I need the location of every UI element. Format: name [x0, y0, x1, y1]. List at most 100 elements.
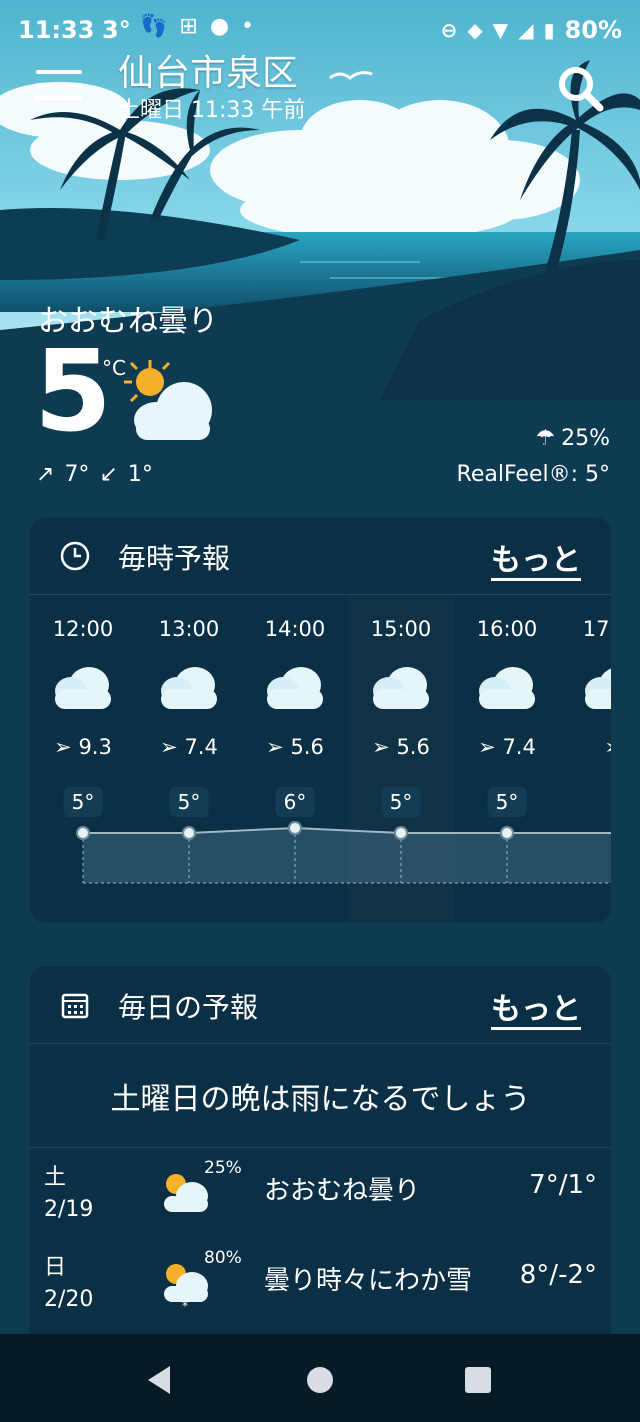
- daily-forecast-card: 毎日の予報 もっと 土曜日の晩は雨になるでしょう 土 2/19 25% おおむね…: [30, 966, 611, 1334]
- hour-wind: ➢ 5.6: [348, 735, 454, 759]
- hour-wind: ➢ 7.4: [454, 735, 560, 759]
- hourly-list[interactable]: 12:00 ➢ 9.3 5° 13:00 ➢ 7.4 5° 14:00 ➢ 5.…: [30, 595, 611, 923]
- flame-icon: ●: [209, 14, 230, 39]
- home-icon[interactable]: [300, 1360, 340, 1400]
- volte-icon: ◆: [467, 18, 483, 42]
- cloud-icon: [51, 663, 115, 711]
- precip-value: 25%: [561, 426, 610, 451]
- signal-icon: ◢: [518, 18, 534, 42]
- hour-wind: ➢ 7.4: [136, 735, 242, 759]
- day-date: 2/19: [44, 1197, 94, 1222]
- day-hilo: 7°/1°: [529, 1170, 597, 1200]
- hour-item[interactable]: 12:00 ➢ 9.3 5°: [30, 595, 136, 923]
- hourly-forecast-card: 毎時予報 もっと 12:00 ➢ 9.3 5° 13:00 ➢ 7.4 5° 1…: [30, 517, 611, 923]
- cloud-icon: [475, 663, 539, 711]
- hourly-more-link[interactable]: もっと: [491, 535, 581, 579]
- hour-item[interactable]: 16:00 ➢ 7.4 5°: [454, 595, 560, 923]
- hour-temp: 5°: [487, 787, 527, 817]
- hour-wind-speed: 5.6: [290, 735, 324, 759]
- temperature-unit: °C: [102, 356, 126, 380]
- day-hilo: 8°/-2°: [519, 1260, 597, 1290]
- notification-icons: 👣 ⊞ ● •: [140, 14, 254, 39]
- city-name: 仙台市泉区: [118, 53, 299, 94]
- dot-icon: •: [241, 14, 255, 39]
- status-temp: 3°: [102, 16, 131, 44]
- battery-percent: 80%: [564, 16, 622, 44]
- hour-time: 14:00: [264, 617, 326, 641]
- hour-item[interactable]: 13:00 ➢ 7.4 5°: [136, 595, 242, 923]
- daily-title: 毎日の予報: [118, 991, 259, 1024]
- day-name: 土: [44, 1165, 67, 1190]
- wind-direction-icon: ➢: [478, 735, 496, 759]
- high-temp: 7°: [64, 462, 90, 487]
- daily-header: 毎日の予報 もっと: [30, 966, 611, 1044]
- recents-icon[interactable]: [458, 1360, 498, 1400]
- current-temperature: 5: [34, 327, 112, 457]
- dnd-icon: ⊖: [440, 18, 458, 42]
- wind-direction-icon: ➢: [266, 735, 284, 759]
- hour-wind-speed: 9.3: [78, 735, 112, 759]
- arrow-down-icon: ↙: [99, 462, 118, 487]
- calendar-icon: [61, 993, 89, 1019]
- wind-direction-icon: ➢: [160, 735, 178, 759]
- realfeel: RealFeel®: 5°: [456, 462, 610, 487]
- hourly-header: 毎時予報 もっと: [30, 517, 611, 595]
- daily-row[interactable]: 日 2/20 * 80% 曇り時々にわか雪 8°/-2°: [30, 1238, 611, 1328]
- hour-item[interactable]: 17:00 ➢: [560, 595, 611, 923]
- hour-wind: ➢ 5.6: [242, 735, 348, 759]
- arrow-up-icon: ↗: [36, 462, 55, 487]
- back-icon[interactable]: [140, 1360, 180, 1400]
- hour-temp: 5°: [63, 787, 103, 817]
- hour-item[interactable]: 14:00 ➢ 5.6 6°: [242, 595, 348, 923]
- day-precip: 25%: [204, 1158, 242, 1178]
- status-right: ⊖ ◆ ▼ ◢ ▮ 80%: [441, 16, 622, 44]
- daily-more-link[interactable]: もっと: [491, 984, 581, 1028]
- day-date: 2/20: [44, 1287, 94, 1312]
- wind-direction-icon: ➢: [604, 735, 611, 759]
- day-condition: 曇り時々にわか雪: [264, 1266, 473, 1296]
- navigation-bar: [0, 1334, 640, 1422]
- cloud-icon: [263, 663, 327, 711]
- day-name: 日: [44, 1255, 67, 1280]
- hour-temp: 5°: [381, 787, 421, 817]
- status-bar: 11:33 3° 👣 ⊞ ● • ⊖ ◆ ▼ ◢ ▮ 80%: [0, 0, 640, 60]
- menu-button[interactable]: [36, 70, 82, 106]
- hour-item[interactable]: 15:00 ➢ 5.6 5°: [348, 595, 454, 923]
- high-low: ↗ 7° ↙ 1°: [36, 462, 153, 487]
- precipitation: ☂ 25%: [535, 426, 610, 451]
- hourly-title: 毎時予報: [118, 542, 231, 575]
- svg-text:*: *: [182, 1299, 188, 1310]
- hour-wind: ➢ 9.3: [30, 735, 136, 759]
- battery-icon: ▮: [543, 18, 555, 42]
- menu-icon: [36, 70, 82, 74]
- current-date: 土曜日 11:33 午前: [118, 98, 306, 123]
- hour-time: 15:00: [370, 617, 432, 641]
- dice-icon: ⊞: [179, 14, 198, 39]
- daily-list: 土 2/19 25% おおむね曇り 7°/1° 日 2/20 * 80% 曇り時…: [30, 1148, 611, 1328]
- daily-headline: 土曜日の晩は雨になるでしょう: [30, 1044, 611, 1148]
- day-label: 日 2/20: [44, 1252, 93, 1316]
- wifi-icon: ▼: [492, 18, 509, 42]
- cloud-icon: [157, 663, 221, 711]
- hour-temp: 6°: [275, 787, 315, 817]
- wind-direction-icon: ➢: [54, 735, 72, 759]
- hour-wind-speed: 7.4: [184, 735, 218, 759]
- wind-direction-icon: ➢: [372, 735, 390, 759]
- day-label: 土 2/19: [44, 1162, 93, 1226]
- cloud-icon: [369, 663, 433, 711]
- status-time: 11:33: [18, 16, 95, 44]
- daily-row[interactable]: 土 2/19 25% おおむね曇り 7°/1°: [30, 1148, 611, 1238]
- hour-time: 16:00: [476, 617, 538, 641]
- hour-time: 17:00: [582, 617, 611, 641]
- partly-cloudy-icon: [124, 360, 212, 440]
- hour-time: 12:00: [52, 617, 114, 641]
- footsteps-icon: 👣: [140, 14, 168, 39]
- cloud-icon: [581, 663, 611, 711]
- hour-wind: ➢: [560, 735, 611, 759]
- hour-wind-speed: 5.6: [396, 735, 430, 759]
- hour-temp: 5°: [169, 787, 209, 817]
- search-icon[interactable]: [556, 64, 604, 112]
- day-condition: おおむね曇り: [264, 1176, 421, 1206]
- hour-time: 13:00: [158, 617, 220, 641]
- hour-wind-speed: 7.4: [502, 735, 536, 759]
